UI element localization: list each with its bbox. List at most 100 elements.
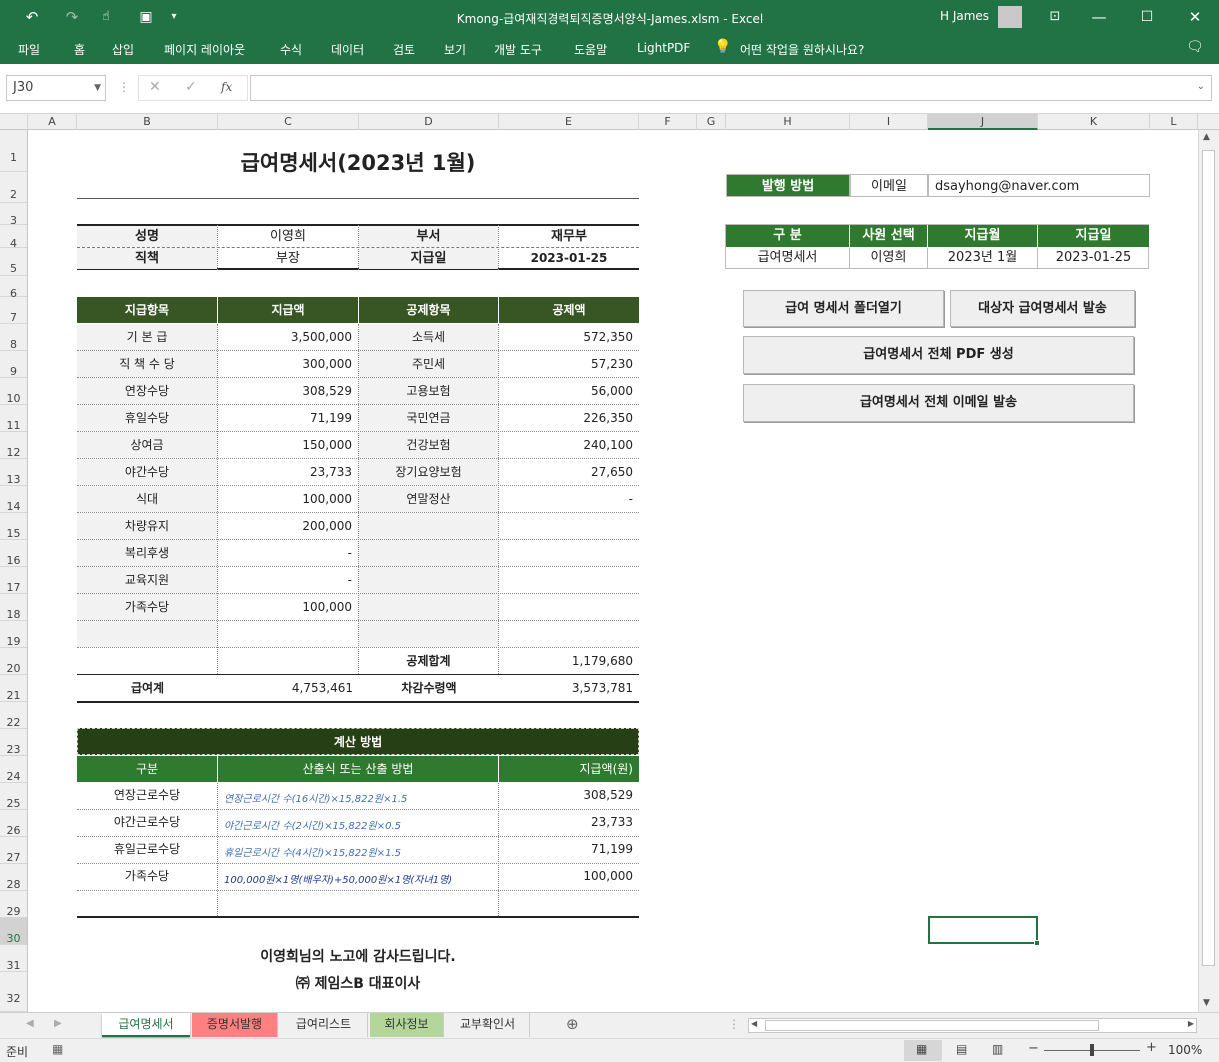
col-header-h[interactable]: H (726, 114, 850, 130)
col-header-f[interactable]: F (639, 114, 697, 130)
generate-pdf-button[interactable]: 급여명세서 전체 PDF 생성 (743, 336, 1134, 374)
cancel-icon[interactable]: ✕ (149, 79, 161, 95)
month-select[interactable]: 2023년 1월 (928, 248, 1038, 268)
insert-function-icon[interactable]: fx (221, 80, 232, 94)
expand-formula-icon[interactable]: ⌄ (1197, 81, 1205, 92)
name-box[interactable]: J30 ▼ (6, 75, 106, 101)
row-header-6[interactable]: 6 (0, 276, 27, 300)
row-header-7[interactable]: 7 (0, 297, 27, 324)
select-all-corner[interactable] (0, 114, 28, 130)
avatar[interactable] (998, 6, 1022, 28)
zoom-level[interactable]: 100% (1168, 1043, 1202, 1057)
tab-developer[interactable]: 개발 도구 (494, 41, 542, 58)
sheet-tab-4[interactable]: 회사정보 (370, 1013, 444, 1037)
method-select[interactable]: 이메일 (850, 174, 928, 197)
row-header-1[interactable]: 1 (0, 130, 27, 172)
col-header-j[interactable]: J (928, 114, 1038, 130)
sheet-tab-1[interactable]: 급여명세서 (102, 1013, 190, 1037)
tell-me-search[interactable]: 어떤 작업을 원하시나요? (740, 41, 864, 58)
tab-split-icon[interactable]: ⋮ (728, 1017, 740, 1031)
tab-data[interactable]: 데이터 (331, 41, 364, 58)
sheet-tab-3[interactable]: 급여리스트 (280, 1013, 368, 1037)
row-header-23[interactable]: 23 (0, 729, 27, 756)
email-field[interactable]: dsayhong@naver.com (928, 174, 1150, 197)
row-header-32[interactable]: 32 (0, 972, 27, 1012)
scroll-up-icon[interactable]: ▲ (1203, 132, 1210, 142)
col-header-c[interactable]: C (218, 114, 359, 130)
tab-file[interactable]: 파일 (18, 41, 40, 58)
zoom-in-icon[interactable]: + (1146, 1040, 1157, 1055)
tab-home[interactable]: 홈 (74, 41, 85, 58)
row-header-14[interactable]: 14 (0, 486, 27, 513)
tab-insert[interactable]: 삽입 (112, 41, 134, 58)
maximize-icon[interactable]: ☐ (1134, 0, 1160, 36)
row-header-2[interactable]: 2 (0, 172, 27, 203)
row-header-25[interactable]: 25 (0, 783, 27, 810)
tab-page-layout[interactable]: 페이지 레이아웃 (164, 41, 245, 58)
row-header-13[interactable]: 13 (0, 459, 27, 486)
row-header-27[interactable]: 27 (0, 837, 27, 864)
row-header-31[interactable]: 31 (0, 945, 27, 972)
formula-input[interactable]: ⌄ (250, 75, 1212, 101)
page-layout-view-icon[interactable]: ▤ (956, 1042, 967, 1056)
normal-view-icon[interactable]: ▦ (916, 1042, 927, 1056)
row-header-22[interactable]: 22 (0, 702, 27, 729)
horizontal-scrollbar[interactable]: ◀ ▶ (748, 1018, 1197, 1033)
row-header-29[interactable]: 29 (0, 891, 27, 918)
employee-select[interactable]: 이영희 (850, 248, 928, 268)
tab-lightpdf[interactable]: LightPDF (637, 41, 690, 55)
row-header-12[interactable]: 12 (0, 432, 27, 459)
row-header-28[interactable]: 28 (0, 864, 27, 891)
row-header-10[interactable]: 10 (0, 378, 27, 405)
vertical-scrollbar[interactable]: ▲ ▼ (1198, 130, 1219, 1012)
open-folder-button[interactable]: 급여 명세서 폴더열기 (743, 290, 944, 327)
tab-view[interactable]: 보기 (444, 41, 466, 58)
touch-mode-icon[interactable]: ☝ (94, 0, 118, 36)
row-header-26[interactable]: 26 (0, 810, 27, 837)
row-header-9[interactable]: 9 (0, 351, 27, 378)
ribbon-display-icon[interactable]: ⊡ (1042, 0, 1068, 36)
col-header-l[interactable]: L (1150, 114, 1198, 130)
type-select[interactable]: 급여명세서 (726, 248, 850, 268)
scroll-thumb[interactable] (1202, 150, 1215, 966)
tab-help[interactable]: 도움말 (574, 41, 607, 58)
row-header-5[interactable]: 5 (0, 248, 27, 276)
row-header-30[interactable]: 30 (0, 918, 27, 945)
tab-review[interactable]: 검토 (393, 41, 415, 58)
zoom-out-icon[interactable]: − (1028, 1041, 1039, 1056)
row-header-21[interactable]: 21 (0, 675, 27, 702)
tab-scroll-right-icon[interactable]: ▶ (54, 1018, 62, 1029)
macro-record-icon[interactable]: ▦ (52, 1042, 63, 1056)
redo-icon[interactable]: ↷ (58, 0, 86, 36)
row-header-8[interactable]: 8 (0, 324, 27, 351)
send-target-button[interactable]: 대상자 급여명세서 발송 (950, 290, 1135, 327)
col-header-e[interactable]: E (499, 114, 639, 130)
row-header-19[interactable]: 19 (0, 621, 27, 648)
hscroll-left-icon[interactable]: ◀ (751, 1019, 757, 1028)
row-header-3[interactable]: 3 (0, 203, 27, 227)
row-header-18[interactable]: 18 (0, 594, 27, 621)
row-header-20[interactable]: 20 (0, 648, 27, 675)
col-header-k[interactable]: K (1038, 114, 1150, 130)
page-break-view-icon[interactable]: ▥ (992, 1042, 1003, 1056)
enter-icon[interactable]: ✓ (185, 79, 197, 95)
row-header-16[interactable]: 16 (0, 540, 27, 567)
sheet-tab-2[interactable]: 증명서발행 (192, 1013, 278, 1037)
col-header-d[interactable]: D (359, 114, 499, 130)
comments-icon[interactable]: 🗨 (1186, 39, 1204, 55)
col-header-b[interactable]: B (77, 114, 218, 130)
row-header-24[interactable]: 24 (0, 756, 27, 783)
row-header-4[interactable]: 4 (0, 225, 27, 250)
send-all-email-button[interactable]: 급여명세서 전체 이메일 발송 (743, 384, 1134, 422)
tab-formulas[interactable]: 수식 (280, 41, 302, 58)
close-icon[interactable]: ✕ (1182, 0, 1208, 36)
date-value[interactable]: 2023-01-25 (1038, 248, 1149, 268)
row-header-15[interactable]: 15 (0, 513, 27, 540)
col-header-a[interactable]: A (28, 114, 77, 130)
zoom-slider-thumb[interactable] (1090, 1044, 1094, 1056)
hscroll-thumb[interactable] (765, 1020, 1099, 1031)
active-cell-j30[interactable] (928, 916, 1038, 944)
undo-icon[interactable]: ↶ (18, 0, 46, 36)
hscroll-right-icon[interactable]: ▶ (1188, 1019, 1194, 1028)
col-header-g[interactable]: G (697, 114, 726, 130)
